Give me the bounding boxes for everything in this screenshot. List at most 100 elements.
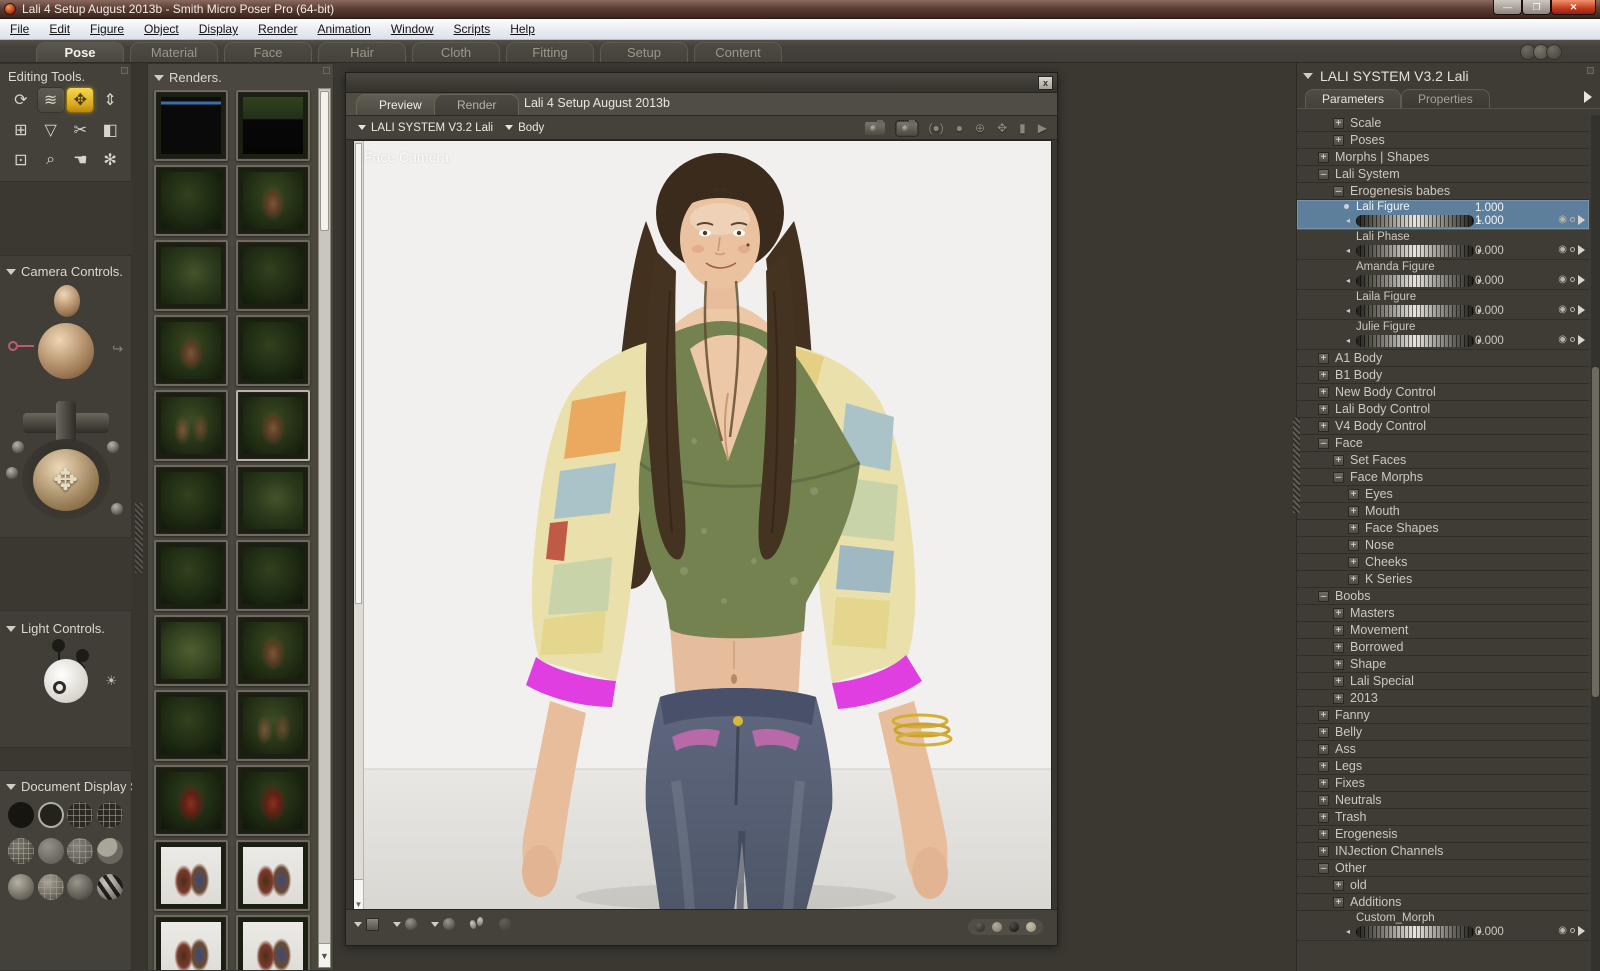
display-style-smooth-lined-icon[interactable] [67,874,94,900]
render-thumbnail[interactable] [236,390,310,461]
render-thumbnail[interactable] [154,840,228,911]
element-style-dropdown[interactable] [431,918,455,930]
scrollbar-thumb[interactable] [320,91,329,231]
param-group-fixes[interactable]: + Fixes [1297,775,1589,792]
light-globe-icon[interactable] [44,659,88,703]
parameters-scrollbar[interactable] [1591,115,1600,971]
dial-options-icon[interactable]: ◉ [1558,244,1567,255]
room-tab-setup[interactable]: Setup [600,42,688,62]
collapse-box-icon[interactable]: – [1318,168,1329,180]
renders-scrollbar[interactable]: ▼ [318,88,331,968]
expand-box-icon[interactable]: + [1333,624,1344,636]
tab-parameters[interactable]: Parameters [1305,89,1402,108]
globe-icon[interactable]: ⊕ [975,121,985,135]
panel-expand-arrow-icon[interactable] [1584,91,1592,103]
expand-box-icon[interactable]: + [1333,675,1344,687]
ghost-sphere-icon[interactable] [499,918,511,930]
render-thumbnail[interactable] [236,165,310,236]
light-knob-1-icon[interactable] [52,639,65,652]
display-style-wireframe-icon[interactable] [67,802,94,828]
menu-render[interactable]: Render [248,20,307,38]
expand-box-icon[interactable]: + [1333,454,1344,466]
param-group-eyes[interactable]: + Eyes [1297,486,1589,503]
footprints-icon[interactable] [469,917,485,931]
morphing-tool-icon[interactable]: ✻ [97,148,123,172]
dial-left-arrow-icon[interactable]: ◂ [1346,306,1350,315]
scrollbar-thumb[interactable] [355,143,362,604]
expand-box-icon[interactable]: + [1318,726,1329,738]
param-group-other[interactable]: – Other [1297,860,1589,877]
render-thumbnail[interactable] [236,465,310,536]
param-group-b1-body[interactable]: + B1 Body [1297,367,1589,384]
camera-icon[interactable] [864,119,885,135]
expand-box-icon[interactable]: + [1318,743,1329,755]
param-dial-julie-figure[interactable]: Julie Figure ◂ ▸ 0.000 ◉ [1297,320,1589,350]
parameter-dial[interactable] [1356,305,1474,317]
dial-options-icon[interactable]: ◉ [1558,214,1567,225]
param-group-erogenesis-babes[interactable]: – Erogenesis babes [1297,183,1589,200]
figure-style-dropdown[interactable] [393,918,417,930]
param-group-trash[interactable]: + Trash [1297,809,1589,826]
sphere-icon[interactable]: ● [956,121,963,135]
move-cross-icon[interactable]: ✥ [997,121,1007,135]
render-thumbnail[interactable] [236,240,310,311]
panel-menu-icon[interactable] [323,67,330,74]
expand-box-icon[interactable]: + [1318,845,1329,857]
render-thumbnail[interactable] [154,765,228,836]
display-style-lit-wireframe-icon[interactable] [7,838,34,864]
parameter-dial[interactable] [1356,215,1474,227]
param-dial-lali-phase[interactable]: Lali Phase ◂ ▸ 0.000 ◉ [1297,230,1589,260]
expand-box-icon[interactable]: + [1333,641,1344,653]
collapse-box-icon[interactable]: – [1318,590,1329,602]
translate-tool-icon[interactable]: ✥ [67,88,94,112]
display-style-hidden-line-icon[interactable] [97,802,124,828]
collapse-box-icon[interactable]: – [1333,185,1344,197]
render-thumbnail[interactable] [236,840,310,911]
magnify-tool-icon[interactable]: ⌕ [38,148,64,172]
display-style-flat-shaded-icon[interactable] [37,838,64,864]
param-group-k-series[interactable]: + K Series [1297,571,1589,588]
collapse-triangle-icon[interactable] [1303,73,1313,79]
param-group-shape[interactable]: + Shape [1297,656,1589,673]
param-group-lali-body-control[interactable]: + Lali Body Control [1297,401,1589,418]
param-group-movement[interactable]: + Movement [1297,622,1589,639]
parameter-dial[interactable] [1356,335,1474,347]
scale-tool-icon[interactable]: ⊞ [8,118,34,142]
hand-pill-icon[interactable]: ▮ [1019,121,1026,135]
param-group-face-morphs[interactable]: – Face Morphs [1297,469,1589,486]
room-tab-face[interactable]: Face [224,42,312,62]
document-window-titlebar[interactable]: x [346,73,1057,93]
tab-preview[interactable]: Preview [356,94,445,115]
display-style-outline-icon[interactable] [37,802,64,828]
expand-box-icon[interactable]: + [1318,151,1329,163]
menu-window[interactable]: Window [381,20,444,38]
expand-box-icon[interactable]: + [1318,828,1329,840]
restore-button[interactable]: ❐ [1522,0,1551,15]
collapse-triangle-icon[interactable] [6,625,16,632]
render-thumbnail[interactable] [154,615,228,686]
param-group-scale[interactable]: + Scale [1297,115,1589,132]
display-style-smooth-shaded-icon[interactable] [37,874,64,900]
param-group-morphs-shapes[interactable]: + Morphs | Shapes [1297,149,1589,166]
close-button[interactable]: ✕ [1551,0,1596,15]
page-dot[interactable] [1026,922,1036,932]
param-dial-custom-morph[interactable]: Custom_Morph ◂ ▸ 0.000 ◉ [1297,911,1589,941]
render-thumbnail[interactable] [154,465,228,536]
param-group-poses[interactable]: + Poses [1297,132,1589,149]
param-group-borrowed[interactable]: + Borrowed [1297,639,1589,656]
menu-animation[interactable]: Animation [307,20,380,38]
render-thumbnail[interactable] [154,165,228,236]
grouping-tool-icon[interactable]: ☚ [67,148,93,172]
param-group-v4-body-control[interactable]: + V4 Body Control [1297,418,1589,435]
parameter-dial[interactable] [1356,926,1474,938]
canvas-vertical-scrollbar[interactable]: ▼ [354,141,364,909]
page-dot[interactable] [975,922,985,932]
room-tab-content[interactable]: Content [694,42,782,62]
param-group-a1-body[interactable]: + A1 Body [1297,350,1589,367]
scroll-down-icon[interactable]: ▼ [354,879,363,909]
menu-edit[interactable]: Edit [39,20,80,38]
param-group-lali-special[interactable]: + Lali Special [1297,673,1589,690]
preview-canvas[interactable]: Face Camera ▼ [353,140,1052,910]
param-group-cheeks[interactable]: + Cheeks [1297,554,1589,571]
expand-box-icon[interactable]: + [1348,573,1359,585]
